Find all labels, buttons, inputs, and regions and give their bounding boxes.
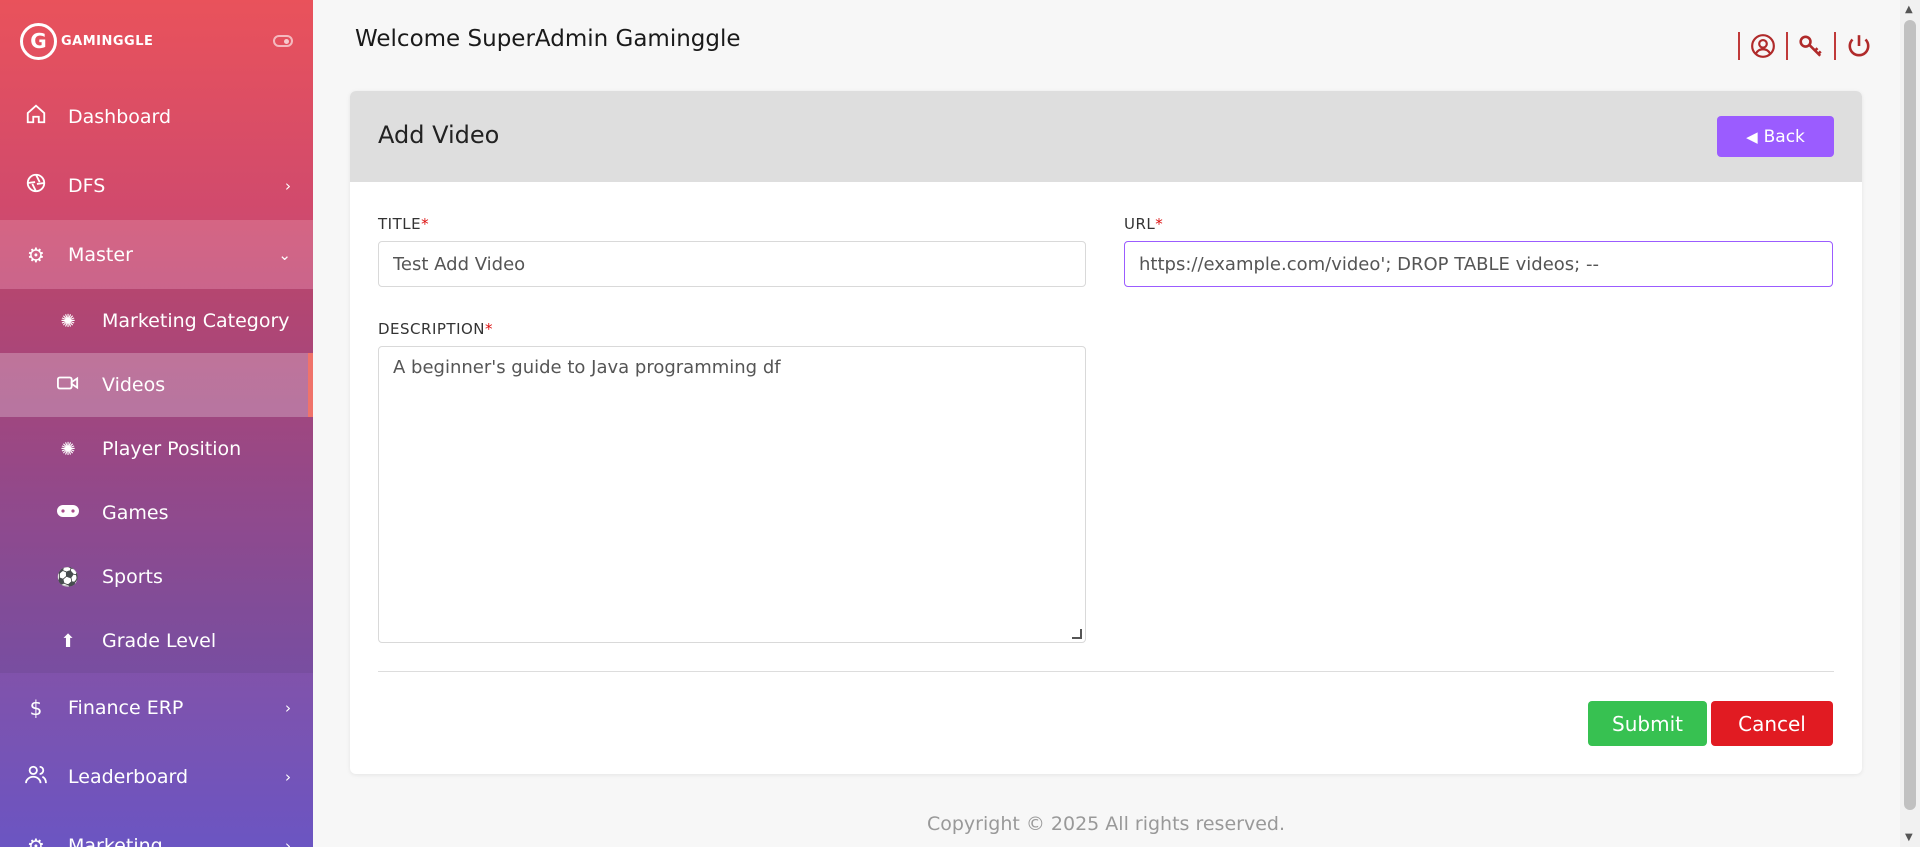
video-icon: [56, 374, 80, 397]
sidebar-item-label: DFS: [68, 174, 106, 197]
scroll-up-icon[interactable]: ▲: [1905, 4, 1913, 15]
sidebar-item-label: Videos: [102, 374, 166, 396]
arrow-left-icon: ◀: [1746, 127, 1758, 146]
brand-name: GAMINGGLE: [61, 33, 154, 49]
sidebar-item-games[interactable]: Games: [0, 481, 313, 545]
welcome-text: Welcome SuperAdmin Gaminggle: [355, 26, 741, 52]
master-submenu: ✺ Marketing Category Videos ✺ Player Pos…: [0, 289, 313, 673]
chevron-right-icon: ›: [285, 767, 291, 786]
sidebar-item-dashboard[interactable]: Dashboard: [0, 82, 313, 151]
url-label: URL*: [1124, 215, 1164, 233]
brand-logo: G: [20, 22, 57, 60]
badge-icon: ✺: [60, 310, 76, 332]
sidebar-item-dfs[interactable]: DFS ›: [0, 151, 313, 220]
chevron-right-icon: ›: [285, 176, 291, 195]
sidebar-toggle-icon[interactable]: [273, 35, 293, 47]
sidebar-item-label: Games: [102, 502, 169, 524]
sidebar-item-label: Master: [68, 243, 133, 266]
page-title: Add Video: [378, 121, 500, 149]
soccer-ball-icon: ⚽: [56, 566, 80, 588]
gears-icon: ⚙: [27, 242, 45, 267]
back-button[interactable]: ◀ Back: [1717, 116, 1834, 157]
sidebar-item-sports[interactable]: ⚽ Sports: [0, 545, 313, 609]
required-mark: *: [1155, 215, 1164, 233]
sidebar-item-label: Player Position: [102, 438, 242, 460]
divider: [1738, 32, 1740, 60]
sidebar-item-leaderboard[interactable]: Leaderboard ›: [0, 742, 313, 811]
brand[interactable]: G GAMINGGLE: [0, 0, 313, 82]
chevron-right-icon: ›: [285, 836, 291, 847]
sidebar-item-master[interactable]: ⚙ Master ⌄: [0, 220, 313, 289]
sidebar-item-grade-level[interactable]: ⬆ Grade Level: [0, 609, 313, 673]
users-icon: [22, 764, 50, 789]
scroll-down-icon[interactable]: ▼: [1905, 832, 1913, 843]
key-icon[interactable]: [1798, 33, 1824, 59]
top-header: Welcome SuperAdmin Gaminggle: [313, 0, 1900, 82]
header-actions: [1728, 32, 1872, 60]
url-input[interactable]: [1124, 241, 1833, 287]
submit-button[interactable]: Submit: [1588, 701, 1707, 746]
sidebar: G GAMINGGLE Dashboard DFS › ⚙ Master ⌄ ✺…: [0, 0, 313, 847]
back-button-label: Back: [1763, 126, 1805, 147]
card-header: Add Video ◀ Back: [350, 91, 1862, 182]
aperture-icon: [22, 172, 50, 199]
form-divider: [378, 671, 1834, 672]
sidebar-item-label: Marketing: [68, 834, 163, 847]
gears-icon: ⚙: [27, 833, 45, 847]
page-scrollbar[interactable]: ▲ ▼: [1900, 0, 1920, 847]
title-input[interactable]: [378, 241, 1086, 287]
sidebar-item-marketing-category[interactable]: ✺ Marketing Category: [0, 289, 313, 353]
badge-icon: ✺: [60, 438, 76, 460]
power-icon[interactable]: [1846, 33, 1872, 59]
scrollbar-thumb[interactable]: [1904, 20, 1916, 810]
resize-handle-icon[interactable]: [1072, 629, 1082, 639]
profile-icon[interactable]: [1750, 33, 1776, 59]
sidebar-item-label: Marketing Category: [102, 310, 290, 332]
dollar-icon: $: [29, 695, 43, 720]
sidebar-item-player-position[interactable]: ✺ Player Position: [0, 417, 313, 481]
sidebar-item-label: Dashboard: [68, 105, 172, 128]
sidebar-item-videos[interactable]: Videos: [0, 353, 313, 417]
required-mark: *: [485, 320, 494, 338]
arrow-up-icon: ⬆: [60, 630, 76, 652]
chevron-right-icon: ›: [285, 698, 291, 717]
footer-copyright: Copyright © 2025 All rights reserved.: [926, 813, 1285, 835]
sidebar-item-label: Finance ERP: [68, 696, 184, 719]
add-video-card: Add Video ◀ Back TITLE* URL* DESCRIPTION…: [350, 91, 1862, 774]
chevron-down-icon: ⌄: [278, 245, 291, 264]
sidebar-item-label: Sports: [102, 566, 163, 588]
description-textarea[interactable]: A beginner's guide to Java programming d…: [378, 346, 1086, 643]
cancel-button[interactable]: Cancel: [1711, 701, 1833, 746]
home-icon: [22, 103, 50, 130]
divider: [1786, 32, 1788, 60]
sidebar-item-label: Grade Level: [102, 630, 217, 652]
sidebar-item-label: Leaderboard: [68, 765, 189, 788]
required-mark: *: [421, 215, 430, 233]
sidebar-item-finance-erp[interactable]: $ Finance ERP ›: [0, 673, 313, 742]
title-label: TITLE*: [378, 215, 430, 233]
sidebar-item-marketing[interactable]: ⚙ Marketing ›: [0, 811, 313, 847]
description-label: DESCRIPTION*: [378, 320, 494, 338]
gamepad-icon: [56, 503, 80, 524]
divider: [1834, 32, 1836, 60]
